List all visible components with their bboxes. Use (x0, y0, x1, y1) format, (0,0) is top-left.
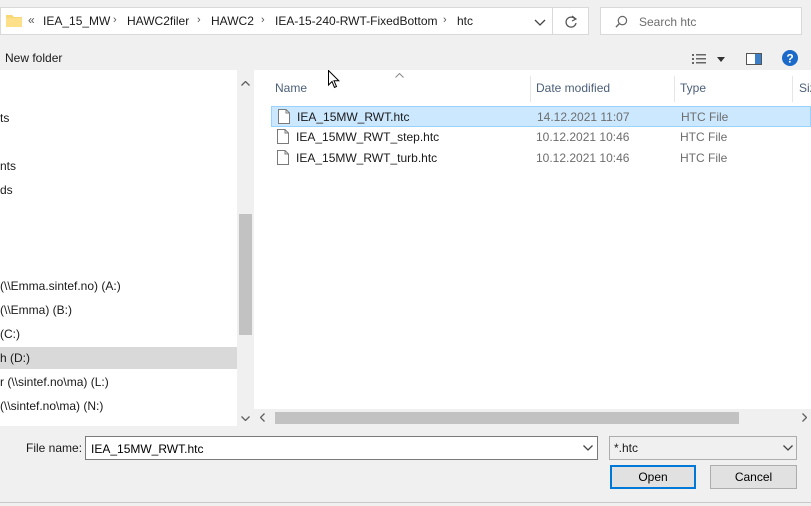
preview-pane-button[interactable] (744, 51, 764, 67)
address-bar[interactable]: « IEA_15_MW › HAWC2filer › HAWC2 › IEA-1… (0, 7, 553, 35)
nav-item[interactable]: ts (0, 107, 9, 129)
nav-scroll-thumb[interactable] (239, 214, 252, 335)
file-name-input[interactable] (89, 440, 573, 458)
nav-scrollbar[interactable] (237, 70, 254, 426)
svg-text:?: ? (786, 52, 793, 66)
file-name: IEA_15MW_RWT.htc (297, 110, 410, 124)
nav-item-drive[interactable]: r (\\sintef.no\ma) (L:) (0, 371, 109, 393)
search-icon (615, 15, 628, 28)
column-header-name[interactable]: Name (275, 81, 307, 95)
horizontal-scrollbar[interactable] (254, 409, 811, 426)
sort-ascending-icon (395, 73, 404, 78)
file-date: 10.12.2021 10:46 (536, 151, 630, 165)
breadcrumb-item[interactable]: HAWC2filer (127, 14, 189, 28)
breadcrumb-item[interactable]: IEA-15-240-RWT-FixedBottom (275, 14, 438, 28)
breadcrumb-item[interactable]: HAWC2 (211, 14, 254, 28)
file-type-filter[interactable]: *.htc (609, 436, 797, 460)
nav-item-drive-selected[interactable]: h (D:) (0, 347, 237, 369)
breadcrumb-item[interactable]: htc (457, 14, 473, 28)
file-row-selected[interactable]: IEA_15MW_RWT.htc 14.12.2021 11:07 HTC Fi… (271, 106, 811, 127)
column-header-size[interactable]: Siz (799, 81, 811, 95)
file-icon (277, 129, 289, 144)
file-name: IEA_15MW_RWT_step.htc (296, 130, 440, 144)
main-area: ts nts ds (\\Emma.sintef.no) (A:) (\\Emm… (0, 70, 811, 426)
navigation-pane[interactable]: ts nts ds (\\Emma.sintef.no) (A:) (\\Emm… (0, 70, 237, 426)
divider (0, 502, 811, 503)
chevron-down-icon[interactable] (583, 445, 593, 451)
column-header-date[interactable]: Date modified (536, 81, 610, 95)
file-row[interactable]: IEA_15MW_RWT_step.htc 10.12.2021 10:46 H… (271, 127, 811, 148)
preview-pane-icon (746, 53, 762, 65)
chevron-right-icon[interactable]: › (113, 14, 117, 26)
file-type-filter-value: *.htc (614, 441, 639, 455)
nav-item-drive[interactable]: (\\sintef.no\ma) (N:) (0, 395, 103, 417)
folder-icon (6, 15, 22, 27)
mouse-cursor-icon (328, 70, 340, 89)
column-divider[interactable] (530, 76, 531, 102)
chevron-right-icon[interactable]: › (197, 14, 201, 26)
search-input[interactable] (637, 12, 801, 32)
file-icon (277, 150, 289, 165)
file-date: 14.12.2021 11:07 (537, 110, 630, 124)
chevron-right-icon[interactable]: › (443, 14, 447, 26)
help-icon: ? (782, 50, 798, 66)
column-divider[interactable] (792, 76, 793, 102)
chevron-right-icon[interactable]: › (261, 14, 265, 26)
column-header-type[interactable]: Type (680, 81, 706, 95)
nav-item[interactable]: ds (0, 179, 13, 201)
chevron-down-icon[interactable] (529, 14, 551, 30)
file-type: HTC File (680, 151, 728, 165)
cancel-button[interactable]: Cancel (710, 465, 797, 489)
file-date: 10.12.2021 10:46 (536, 130, 630, 144)
file-name: IEA_15MW_RWT_turb.htc (296, 151, 438, 165)
file-name-label: File name: (26, 441, 83, 455)
refresh-icon (565, 15, 578, 28)
scroll-up-icon[interactable] (241, 81, 250, 86)
refresh-button[interactable] (553, 7, 589, 35)
file-name-combobox[interactable] (85, 436, 598, 460)
file-icon (278, 109, 290, 124)
search-box[interactable] (600, 7, 802, 35)
help-button[interactable]: ? (781, 49, 799, 67)
scroll-right-icon[interactable] (802, 413, 807, 422)
file-type: HTC File (680, 130, 728, 144)
scroll-left-icon[interactable] (260, 413, 265, 422)
file-list[interactable]: Name Date modified Type Siz IEA_15MW_RWT… (254, 70, 811, 426)
nav-item[interactable]: nts (0, 155, 16, 177)
column-divider[interactable] (674, 76, 675, 102)
open-button[interactable]: Open (610, 465, 696, 489)
file-type: HTC File (681, 110, 729, 124)
breadcrumb-item[interactable]: IEA_15_MW (43, 14, 110, 28)
nav-item-drive[interactable]: (C:) (0, 323, 20, 345)
file-row[interactable]: IEA_15MW_RWT_turb.htc 10.12.2021 10:46 H… (271, 148, 811, 169)
breadcrumb-overflow-icon[interactable]: « (28, 13, 35, 27)
view-details-icon (692, 54, 706, 64)
horizontal-scroll-thumb[interactable] (275, 412, 739, 424)
nav-item-drive[interactable]: (\\Emma.sintef.no) (A:) (0, 275, 121, 297)
new-folder-button[interactable]: New folder (5, 51, 62, 65)
caret-down-icon (717, 57, 725, 62)
change-view-button[interactable] (690, 51, 730, 67)
scroll-down-icon[interactable] (241, 416, 250, 421)
nav-item-drive[interactable]: (\\Emma) (B:) (0, 299, 72, 321)
chevron-down-icon[interactable] (783, 445, 793, 451)
